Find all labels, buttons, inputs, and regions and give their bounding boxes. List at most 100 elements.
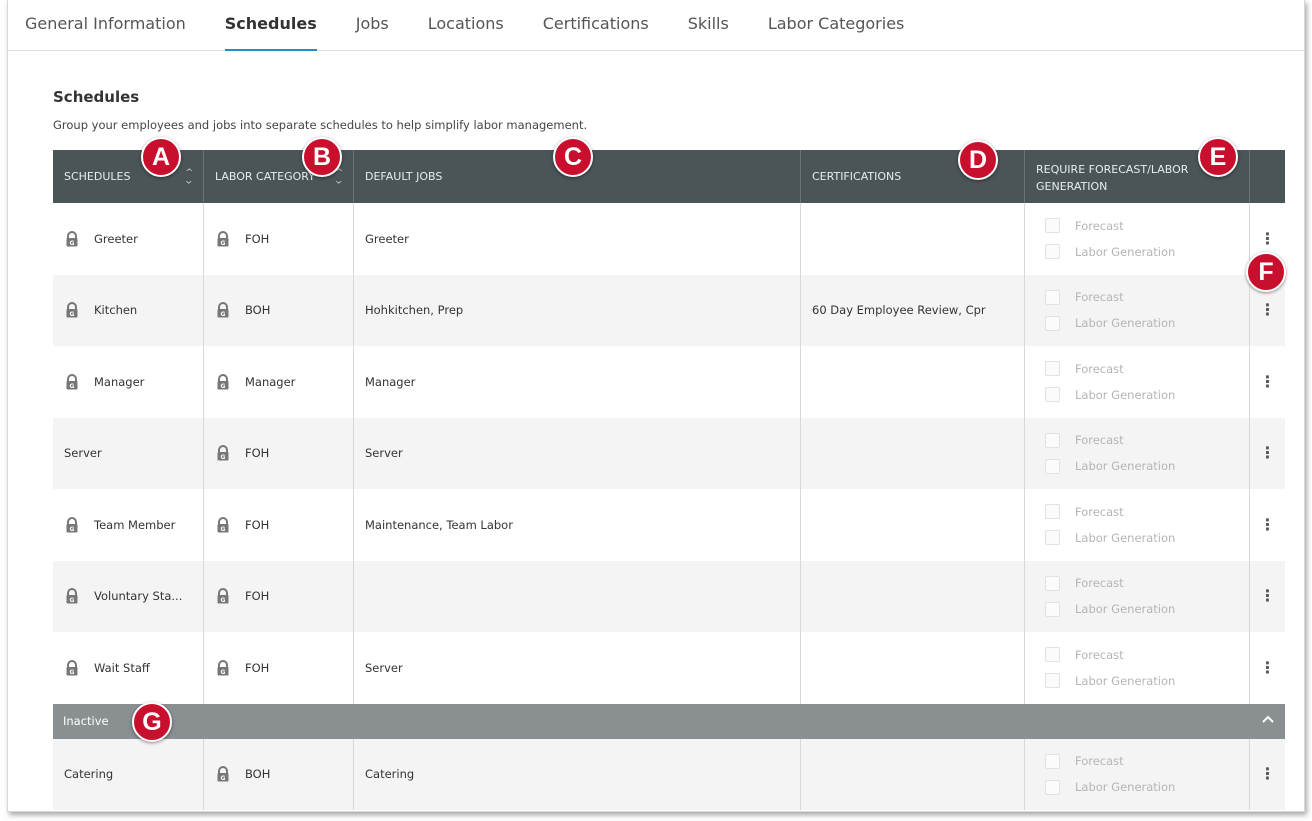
table-row: G Wait Staff G FOH Server Forecast Labor Gener… (53, 632, 1285, 704)
svg-text:G: G (221, 454, 226, 461)
callout-a: A (141, 137, 181, 177)
more-vertical-icon[interactable]: ⋮ (1260, 766, 1276, 782)
cell-certifications: 60 Day Employee Review, Cpr (801, 274, 1025, 346)
labor-generation-checkbox[interactable] (1045, 387, 1060, 403)
tab-bar: General Information Schedules Jobs Locat… (8, 0, 1304, 51)
svg-text:G: G (221, 597, 226, 604)
inactive-table-body: Catering G BOH Catering Forecast Labor Genera… (53, 738, 1285, 810)
forecast-checkbox[interactable] (1045, 647, 1060, 663)
svg-text:G: G (221, 311, 226, 318)
forecast-checkbox[interactable] (1045, 218, 1060, 234)
more-vertical-icon[interactable]: ⋮ (1260, 516, 1276, 533)
forecast-label: Forecast (1075, 218, 1124, 233)
cell-certifications (801, 632, 1025, 704)
lock-icon: G (215, 588, 235, 604)
forecast-checkbox[interactable] (1045, 753, 1060, 769)
forecast-label: Forecast (1075, 290, 1124, 305)
tab-general-information[interactable]: General Information (25, 0, 186, 51)
cell-require: Forecast Labor Generation (1025, 274, 1250, 346)
svg-text:G: G (221, 526, 226, 533)
svg-text:G: G (70, 311, 75, 318)
forecast-checkbox[interactable] (1045, 361, 1060, 377)
table-header: SCHEDULES ^ ^ LABOR CATEGORY ^ ^ DEFAULT J… (53, 150, 1285, 203)
schedule-name: Catering (64, 767, 114, 782)
sort-icon[interactable]: ^ ^ (335, 169, 343, 185)
labor-category-name: BOH (245, 767, 271, 782)
labor-generation-checkbox[interactable] (1045, 244, 1060, 260)
svg-text:G: G (70, 597, 75, 604)
forecast-checkbox[interactable] (1045, 575, 1060, 591)
svg-text:G: G (70, 383, 75, 390)
forecast-checkbox[interactable] (1045, 432, 1060, 448)
labor-category-name: FOH (245, 231, 270, 246)
chevron-up-icon[interactable] (1261, 712, 1275, 726)
cell-schedule: Server (53, 417, 204, 489)
more-vertical-icon[interactable]: ⋮ (1260, 373, 1276, 390)
labor-generation-label: Labor Generation (1075, 244, 1176, 259)
cell-labor-category: G BOH (204, 274, 354, 346)
section-description: Group your employees and jobs into separ… (53, 118, 588, 132)
cell-certifications (801, 203, 1025, 275)
cell-schedule: Catering (53, 738, 204, 810)
cell-require: Forecast Labor Generation (1025, 417, 1250, 489)
cell-labor-category: G FOH (204, 489, 354, 561)
forecast-checkbox[interactable] (1045, 289, 1060, 305)
cell-require: Forecast Labor Generation (1025, 203, 1250, 275)
section-title: Schedules (53, 88, 140, 106)
cell-require: Forecast Labor Generation (1025, 632, 1250, 704)
more-vertical-icon[interactable]: ⋮ (1260, 659, 1276, 676)
callout-b: B (302, 137, 342, 177)
tab-labor-categories[interactable]: Labor Categories (768, 0, 905, 51)
header-actions (1250, 150, 1285, 203)
callout-f: F (1246, 252, 1286, 292)
more-vertical-icon[interactable]: ⋮ (1260, 588, 1276, 604)
svg-text:G: G (221, 775, 226, 782)
cell-default-jobs: Hohkitchen, Prep (354, 274, 801, 346)
lock-icon: G (215, 659, 235, 676)
labor-generation-checkbox[interactable] (1045, 601, 1060, 617)
tab-locations[interactable]: Locations (428, 0, 504, 51)
sort-icon[interactable]: ^ ^ (185, 169, 193, 185)
cell-schedule: G Wait Staff (53, 632, 204, 704)
cell-labor-category: G FOH (204, 203, 354, 275)
svg-text:G: G (70, 526, 75, 533)
labor-generation-label: Labor Generation (1075, 316, 1176, 331)
tab-certifications[interactable]: Certifications (543, 0, 649, 51)
schedule-name: Team Member (94, 517, 176, 532)
table-row: G Greeter G FOH Greeter Forecast Labor Generat… (53, 203, 1285, 275)
labor-generation-checkbox[interactable] (1045, 315, 1060, 331)
forecast-label: Forecast (1075, 576, 1124, 591)
tab-skills[interactable]: Skills (688, 0, 729, 51)
labor-generation-checkbox[interactable] (1045, 779, 1060, 795)
labor-category-name: FOH (245, 660, 270, 675)
lock-icon: G (215, 516, 235, 533)
cell-certifications (801, 738, 1025, 810)
tab-schedules[interactable]: Schedules (224, 0, 317, 51)
tab-jobs[interactable]: Jobs (356, 0, 389, 51)
lock-icon: G (215, 445, 235, 461)
forecast-checkbox[interactable] (1045, 504, 1060, 520)
labor-generation-checkbox[interactable] (1045, 673, 1060, 689)
cell-actions: ⋮ (1250, 489, 1285, 561)
labor-generation-checkbox[interactable] (1045, 458, 1060, 474)
callout-e: E (1198, 137, 1238, 177)
inactive-section-header[interactable]: Inactive (53, 703, 1285, 739)
header-schedules[interactable]: SCHEDULES ^ ^ (53, 150, 204, 203)
table-row: Catering G BOH Catering Forecast Labor Genera… (53, 738, 1285, 810)
lock-icon: G (215, 766, 235, 782)
cell-default-jobs (354, 560, 801, 632)
cell-require: Forecast Labor Generation (1025, 489, 1250, 561)
callout-g: G (132, 702, 172, 742)
cell-require: Forecast Labor Generation (1025, 346, 1250, 418)
cell-actions: ⋮ (1250, 561, 1285, 633)
more-vertical-icon[interactable]: ⋮ (1260, 302, 1276, 318)
cell-actions: ⋮ (1250, 346, 1285, 418)
cell-default-jobs: Maintenance, Team Labor (354, 489, 801, 561)
labor-generation-checkbox[interactable] (1045, 530, 1060, 546)
cell-certifications (801, 346, 1025, 418)
cell-require: Forecast Labor Generation (1025, 738, 1250, 810)
more-vertical-icon[interactable]: ⋮ (1260, 230, 1276, 247)
more-vertical-icon[interactable]: ⋮ (1260, 445, 1276, 461)
table-body: G Greeter G FOH Greeter Forecast Labor Generat… (53, 203, 1285, 704)
schedule-name: Server (64, 446, 102, 461)
